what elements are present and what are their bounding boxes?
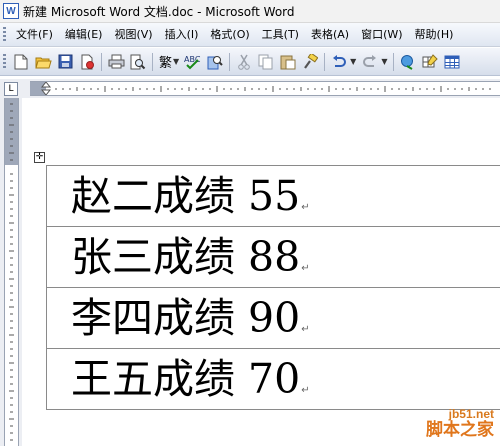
table-row[interactable]: 赵二成绩 55↵: [46, 165, 500, 227]
window-title: 新建 Microsoft Word 文档.doc - Microsoft Wor…: [23, 4, 295, 19]
insert-table-icon[interactable]: [443, 53, 461, 71]
menu-grip-handle[interactable]: [3, 26, 6, 43]
menu-insert[interactable]: 插入(I): [159, 24, 205, 46]
toolbar-separator: [324, 52, 326, 71]
new-icon[interactable]: [12, 53, 30, 71]
document-area[interactable]: ✛ 赵二成绩 55↵ 张三成绩 88↵ 李四成绩 90↵ 王五成绩 70↵: [22, 98, 500, 446]
menu-view[interactable]: 视图(V): [108, 24, 158, 46]
table-row[interactable]: 张三成绩 88↵: [46, 226, 500, 288]
menu-bar: 文件(F) 编辑(E) 视图(V) 插入(I) 格式(O) 工具(T) 表格(A…: [0, 23, 500, 47]
chevron-down-icon[interactable]: ▼: [173, 57, 179, 66]
copy-icon[interactable]: [257, 53, 275, 71]
save-icon[interactable]: [56, 53, 74, 71]
word-app-icon[interactable]: W: [3, 3, 19, 19]
menu-format[interactable]: 格式(O): [204, 24, 255, 46]
cut-icon[interactable]: [235, 53, 253, 71]
watermark-name: 脚本之家: [426, 420, 494, 441]
permission-icon[interactable]: [78, 53, 96, 71]
table-cell[interactable]: 赵二成绩 55↵: [46, 165, 500, 227]
research-icon[interactable]: [206, 53, 224, 71]
print-preview-icon[interactable]: [129, 53, 147, 71]
cell-text: 王五成绩 70: [71, 354, 301, 403]
menu-table[interactable]: 表格(A): [305, 24, 355, 46]
toolbar-separator: [229, 52, 231, 71]
vertical-ruler-ticks: [9, 103, 14, 441]
redo-icon[interactable]: [361, 53, 379, 71]
table-row[interactable]: 李四成绩 90↵: [46, 287, 500, 349]
print-icon[interactable]: [107, 53, 125, 71]
horizontal-ruler[interactable]: [30, 81, 500, 96]
toolbar-separator: [393, 52, 395, 71]
cell-text: 赵二成绩 55: [71, 171, 301, 220]
toolbar-separator: [101, 52, 102, 71]
spelling-icon[interactable]: ABC: [184, 53, 202, 71]
table-cell[interactable]: 张三成绩 88↵: [46, 226, 500, 288]
table-cell[interactable]: 王五成绩 70↵: [46, 348, 500, 410]
svg-text:ABC: ABC: [184, 55, 201, 64]
site-watermark: jb51.net 脚本之家: [426, 407, 494, 441]
standard-toolbar: 繁 ▼ ABC ▼ ▼: [0, 48, 500, 76]
menu-edit[interactable]: 编辑(E): [59, 24, 109, 46]
open-icon[interactable]: [34, 53, 52, 71]
ruler-ticks: [40, 82, 491, 95]
table-cell[interactable]: 李四成绩 90↵: [46, 287, 500, 349]
menu-tools[interactable]: 工具(T): [256, 24, 305, 46]
undo-icon[interactable]: [330, 53, 348, 71]
menu-window[interactable]: 窗口(W): [355, 24, 408, 46]
tables-borders-icon[interactable]: [421, 53, 439, 71]
title-bar: W 新建 Microsoft Word 文档.doc - Microsoft W…: [0, 0, 500, 23]
table-row[interactable]: 王五成绩 70↵: [46, 348, 500, 410]
vertical-ruler-column: [0, 98, 22, 446]
horizontal-ruler-row: L: [0, 79, 500, 98]
traditional-chinese-icon[interactable]: 繁: [159, 52, 172, 71]
hyperlink-icon[interactable]: [399, 53, 417, 71]
tab-selector[interactable]: L: [4, 82, 18, 96]
menu-help[interactable]: 帮助(H): [409, 24, 460, 46]
chevron-down-icon[interactable]: ▼: [381, 57, 387, 66]
chevron-down-icon[interactable]: ▼: [350, 57, 356, 66]
paragraph-mark-icon: ↵: [301, 323, 310, 335]
paragraph-mark-icon: ↵: [301, 384, 310, 396]
score-table[interactable]: 赵二成绩 55↵ 张三成绩 88↵ 李四成绩 90↵ 王五成绩 70↵: [46, 165, 500, 410]
table-move-handle[interactable]: ✛: [34, 152, 45, 163]
paste-icon[interactable]: [279, 53, 297, 71]
toolbar-grip-handle[interactable]: [3, 53, 6, 70]
toolbar-separator: [152, 52, 153, 71]
vertical-ruler[interactable]: [4, 98, 19, 446]
format-painter-icon[interactable]: [301, 53, 319, 71]
paragraph-mark-icon: ↵: [301, 262, 310, 274]
paragraph-mark-icon: ↵: [301, 201, 310, 213]
cell-text: 张三成绩 88: [71, 232, 301, 281]
cell-text: 李四成绩 90: [71, 293, 301, 342]
menu-file[interactable]: 文件(F): [10, 24, 59, 46]
